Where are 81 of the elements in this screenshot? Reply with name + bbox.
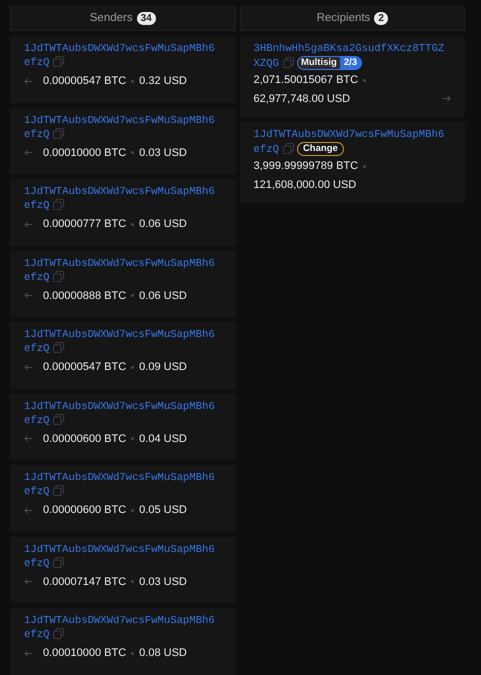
copy-icon xyxy=(53,56,64,67)
separator-dot xyxy=(131,222,134,226)
copy-icon xyxy=(53,128,64,138)
address-link[interactable]: efzQ xyxy=(24,558,50,570)
btc-amount: 0.00007147 BTC xyxy=(43,574,126,590)
copy-icon xyxy=(53,199,64,210)
address-link[interactable]: 1JdTWTAubsDWXWd7wcsFwMuSapMBh6 xyxy=(254,128,444,142)
address-link[interactable]: 1JdTWTAubsDWXWd7wcsFwMuSapMBh6 xyxy=(24,185,215,199)
btc-amount: 3,999.99999789 BTC xyxy=(254,159,358,174)
copy-icon xyxy=(282,143,294,154)
address-link[interactable]: efzQ xyxy=(24,343,50,355)
copy-icon xyxy=(53,556,64,568)
left-arrow-icon xyxy=(24,506,33,514)
section-title: Senders xyxy=(90,10,133,26)
separator-dot xyxy=(363,164,366,168)
btc-amount: 2,071.50015067 BTC xyxy=(254,73,358,88)
address-link[interactable]: 1JdTWTAubsDWXWd7wcsFwMuSapMBh6 xyxy=(24,471,215,485)
btc-amount: 0.00000547 BTC xyxy=(43,360,126,375)
usd-amount: 0.06 USD xyxy=(139,217,187,232)
address-link[interactable]: efzQ xyxy=(24,272,50,284)
usd-amount: 0.05 USD xyxy=(139,503,187,518)
left-arrow-icon xyxy=(24,78,33,85)
btc-amount: 0.00000888 BTC xyxy=(43,288,126,304)
separator-dot xyxy=(131,151,134,154)
multisig-badge: Multisig 2/3 xyxy=(296,56,362,70)
separator-dot xyxy=(363,78,366,82)
copy-icon xyxy=(53,270,64,282)
usd-amount: 0.08 USD xyxy=(139,646,187,661)
usd-amount: 62,977,748.00 USD xyxy=(254,92,350,106)
separator-dot xyxy=(131,437,134,440)
address-link[interactable]: 1JdTWTAubsDWXWd7wcsFwMuSapMBh6 xyxy=(24,114,215,128)
usd-amount: 121,608,000.00 USD xyxy=(254,178,356,192)
address-link[interactable]: efzQ xyxy=(24,629,50,641)
copy-icon xyxy=(53,485,64,496)
separator-dot xyxy=(131,294,134,298)
separator-dot xyxy=(131,580,134,584)
address-link[interactable]: 3HBnhwHh5gaBKsa2GsudfXKcz8TTGZ xyxy=(254,42,444,56)
usd-amount: 0.32 USD xyxy=(139,74,187,89)
count-badge: 2 xyxy=(374,12,388,25)
btc-amount: 0.00000547 BTC xyxy=(43,74,126,89)
left-arrow-icon xyxy=(24,364,33,371)
btc-amount: 0.00010000 BTC xyxy=(43,646,126,661)
btc-amount: 0.00000600 BTC xyxy=(43,503,126,518)
left-arrow-icon xyxy=(24,578,33,586)
count-badge: 34 xyxy=(136,12,156,25)
address-link[interactable]: 1JdTWTAubsDWXWd7wcsFwMuSapMBh6 xyxy=(24,42,215,56)
address-link[interactable]: efzQ xyxy=(24,57,50,69)
left-arrow-icon xyxy=(24,292,33,300)
btc-amount: 0.00000600 BTC xyxy=(43,432,126,446)
usd-amount: 0.09 USD xyxy=(139,360,187,375)
address-link[interactable]: efzQ xyxy=(254,144,279,156)
address-link[interactable]: efzQ xyxy=(24,128,50,140)
copy-icon xyxy=(282,57,294,68)
usd-amount: 0.03 USD xyxy=(139,574,187,590)
left-arrow-icon xyxy=(24,650,33,657)
separator-dot xyxy=(131,366,134,369)
address-link[interactable]: efzQ xyxy=(24,200,50,212)
btc-amount: 0.00000777 BTC xyxy=(43,217,126,232)
address-link[interactable]: 1JdTWTAubsDWXWd7wcsFwMuSapMBh6 xyxy=(24,256,215,270)
left-arrow-icon xyxy=(24,435,33,442)
address-link[interactable]: 1JdTWTAubsDWXWd7wcsFwMuSapMBh6 xyxy=(24,614,215,628)
section-title: Recipients xyxy=(316,10,370,26)
copy-icon xyxy=(53,342,64,353)
address-link[interactable]: efzQ xyxy=(24,414,50,426)
usd-amount: 0.04 USD xyxy=(139,432,187,446)
change-badge: Change xyxy=(296,142,344,156)
left-arrow-icon xyxy=(24,220,33,228)
separator-dot xyxy=(131,80,134,83)
address-link[interactable]: XZQG xyxy=(254,58,279,70)
copy-icon xyxy=(53,414,64,424)
separator-dot xyxy=(131,652,134,655)
left-arrow-icon xyxy=(24,149,33,156)
btc-amount: 0.00010000 BTC xyxy=(43,146,126,160)
copy-icon xyxy=(53,628,64,639)
address-link[interactable]: 1JdTWTAubsDWXWd7wcsFwMuSapMBh6 xyxy=(24,542,215,556)
address-link[interactable]: 1JdTWTAubsDWXWd7wcsFwMuSapMBh6 xyxy=(24,400,215,414)
address-link[interactable]: 1JdTWTAubsDWXWd7wcsFwMuSapMBh6 xyxy=(24,328,215,342)
usd-amount: 0.06 USD xyxy=(139,288,187,304)
usd-amount: 0.03 USD xyxy=(139,146,187,160)
address-link[interactable]: efzQ xyxy=(24,486,50,498)
separator-dot xyxy=(131,508,134,512)
